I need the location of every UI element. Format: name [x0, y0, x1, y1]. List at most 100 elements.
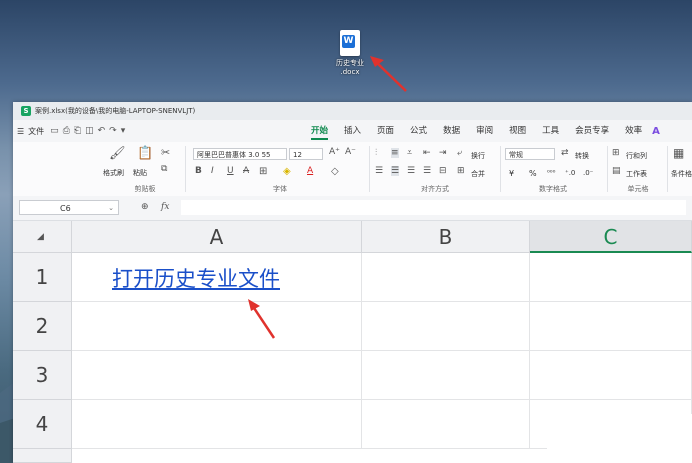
format-painter-icon[interactable]: 🖌: [109, 146, 126, 161]
font-grow-icon[interactable]: A⁺: [329, 147, 340, 157]
tab-formulas[interactable]: 公式: [402, 120, 435, 142]
indent-decrease-icon[interactable]: ⇤: [423, 148, 431, 158]
ribbon-divider: [667, 146, 668, 192]
copy-icon[interactable]: ⧉: [161, 164, 167, 174]
align-middle-icon[interactable]: ≡: [391, 148, 399, 158]
paste-button[interactable]: 粘贴: [133, 168, 147, 178]
indent-increase-icon[interactable]: ⇥: [439, 148, 447, 158]
cell-c1[interactable]: [530, 253, 692, 302]
row-header-1[interactable]: 1: [13, 253, 72, 302]
wrap-text-icon[interactable]: ⤶: [457, 148, 462, 158]
cell-a2[interactable]: [72, 302, 362, 351]
export-icon[interactable]: ⎙: [61, 126, 72, 136]
tab-insert[interactable]: 插入: [336, 120, 369, 142]
strikethrough-button[interactable]: A: [243, 166, 249, 176]
align-left-icon[interactable]: ☰: [375, 166, 383, 176]
cell-c3[interactable]: [530, 351, 692, 400]
file-menu[interactable]: 文件: [28, 126, 48, 137]
cell-b1[interactable]: [362, 253, 530, 302]
rows-cols-button[interactable]: 行和列: [626, 151, 647, 161]
fill-color-icon[interactable]: ◈: [283, 166, 291, 177]
convert-icon[interactable]: ⇄: [561, 148, 569, 158]
word-doc-icon: W: [340, 30, 360, 56]
justify-icon[interactable]: ☰: [423, 166, 431, 176]
clear-format-icon[interactable]: ◇: [331, 166, 339, 177]
align-center-icon[interactable]: ☰: [391, 166, 400, 176]
column-header-a[interactable]: A: [72, 221, 362, 253]
paste-icon[interactable]: 📋: [137, 146, 153, 161]
percent-button[interactable]: %: [529, 169, 537, 178]
column-header-b[interactable]: B: [362, 221, 530, 253]
currency-button[interactable]: ¥: [509, 169, 514, 178]
font-color-icon[interactable]: A: [307, 166, 313, 176]
thousands-icon[interactable]: ⁰⁰⁰: [547, 169, 555, 177]
cell-a1[interactable]: 打开历史专业文件: [72, 253, 362, 302]
tab-member[interactable]: 会员专享: [567, 120, 617, 142]
font-group: 阿里巴巴普惠体 3.0 55 12 A⁺ A⁻ B I U A ⊞ ◈ A ◇ …: [191, 142, 369, 196]
ribbon-divider: [185, 146, 186, 192]
align-bottom-icon[interactable]: ⩡: [407, 148, 412, 158]
preview-icon[interactable]: ◫: [83, 126, 96, 136]
print-icon[interactable]: ⎗: [72, 126, 83, 136]
italic-button[interactable]: I: [211, 166, 214, 176]
name-box-value: C6: [60, 204, 71, 213]
worksheet-icon[interactable]: ▤: [612, 166, 621, 176]
merge-cells-icon[interactable]: ⊞: [457, 166, 465, 176]
formula-input[interactable]: [181, 200, 686, 215]
decimal-increase-icon[interactable]: ⁺.0: [565, 169, 575, 177]
number-format-group: 常规 ⇄ 转换 ¥ % ⁰⁰⁰ ⁺.0 .0⁻ 数字格式: [503, 142, 603, 196]
row-header-3[interactable]: 3: [13, 351, 72, 400]
tab-efficiency[interactable]: 效率: [617, 120, 650, 142]
align-top-icon[interactable]: ⫶: [375, 148, 377, 158]
save-icon[interactable]: ▭: [48, 126, 61, 136]
row-header-4[interactable]: 4: [13, 400, 72, 449]
convert-button[interactable]: 转换: [575, 151, 589, 161]
main-menu-icon[interactable]: ☰: [13, 127, 28, 136]
align-right-icon[interactable]: ☰: [407, 166, 415, 176]
zoom-icon[interactable]: ⊕: [141, 202, 149, 212]
font-shrink-icon[interactable]: A⁻: [345, 147, 356, 157]
row-header-5[interactable]: [13, 449, 72, 463]
chevron-down-icon[interactable]: ⌄: [108, 201, 114, 216]
wrap-text-button[interactable]: 换行: [471, 151, 485, 161]
tab-data[interactable]: 数据: [435, 120, 468, 142]
font-name-select[interactable]: 阿里巴巴普惠体 3.0 55: [193, 148, 287, 160]
conditional-format-button[interactable]: 条件格式: [671, 169, 692, 179]
cell-b3[interactable]: [362, 351, 530, 400]
undo-icon[interactable]: ↶: [96, 126, 108, 136]
font-size-select[interactable]: 12: [289, 148, 323, 160]
tab-home[interactable]: 开始: [303, 120, 336, 142]
redo-icon[interactable]: ↷: [107, 126, 119, 136]
ai-assistant-icon[interactable]: A: [652, 126, 660, 137]
name-box[interactable]: C6 ⌄: [19, 200, 119, 215]
quick-access-dropdown-icon[interactable]: ▾: [119, 126, 128, 136]
cell-a4[interactable]: [72, 400, 362, 449]
cell-c2[interactable]: [530, 302, 692, 351]
conditional-format-icon[interactable]: ▦: [673, 146, 684, 160]
column-header-c[interactable]: C: [530, 221, 692, 253]
underline-button[interactable]: U: [227, 166, 234, 176]
tab-page[interactable]: 页面: [369, 120, 402, 142]
formula-bar: C6 ⌄ ⊕ fx: [13, 196, 692, 221]
distribute-icon[interactable]: ⊟: [439, 166, 447, 176]
fx-icon[interactable]: fx: [161, 202, 169, 212]
decimal-decrease-icon[interactable]: .0⁻: [583, 169, 593, 177]
number-format-select[interactable]: 常规: [505, 148, 555, 160]
cell-b4[interactable]: [362, 400, 530, 449]
select-all-corner[interactable]: ◢: [13, 221, 72, 253]
cell-b2[interactable]: [362, 302, 530, 351]
tab-review[interactable]: 审阅: [468, 120, 501, 142]
cell-a3[interactable]: [72, 351, 362, 400]
tab-view[interactable]: 视图: [501, 120, 534, 142]
cut-icon[interactable]: ✂: [161, 146, 170, 159]
format-painter-button[interactable]: 格式刷: [103, 168, 124, 178]
worksheet-button[interactable]: 工作表: [626, 169, 647, 179]
rows-cols-icon[interactable]: ⊞: [612, 148, 620, 158]
border-icon[interactable]: ⊞: [259, 166, 267, 177]
hyperlink-text[interactable]: 打开历史专业文件: [112, 263, 280, 293]
merge-cells-button[interactable]: 合并: [471, 169, 485, 179]
row-header-2[interactable]: 2: [13, 302, 72, 351]
annotation-arrow-icon: [248, 299, 276, 339]
tab-tools[interactable]: 工具: [534, 120, 567, 142]
bold-button[interactable]: B: [195, 166, 202, 176]
